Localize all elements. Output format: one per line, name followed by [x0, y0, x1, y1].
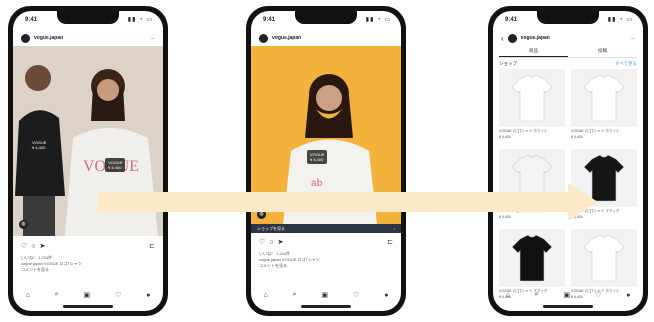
flow-arrow	[98, 183, 598, 221]
search-icon[interactable]: ⌕	[535, 291, 539, 299]
product-card[interactable]: VOGUE ロゴTシャツ ホワイト ¥ 4,400	[499, 69, 565, 145]
product-image[interactable]	[571, 229, 637, 287]
account-name[interactable]: vogue.japan	[34, 35, 150, 41]
caption: いいね！ 1,234件 vogue.japan VOGUE ロゴTシャツ コメン…	[21, 255, 155, 273]
profile-icon[interactable]: ●	[146, 292, 150, 299]
profile-icon[interactable]: ●	[384, 292, 388, 299]
chevron-right-icon: ›	[393, 226, 395, 231]
more-icon[interactable]: …	[630, 35, 635, 41]
status-icons: ▮▮ ◔ ▭	[607, 17, 633, 23]
search-icon[interactable]: ⌕	[55, 291, 59, 299]
tab-posts[interactable]: 投稿	[568, 48, 637, 57]
avatar[interactable]	[259, 33, 268, 43]
bottom-nav: ⌂ ⌕ ▣ ♡ ●	[251, 289, 401, 301]
tshirt-icon	[583, 74, 625, 122]
home-indicator	[543, 305, 593, 308]
status-time: 9:41	[263, 17, 276, 23]
status-time: 9:41	[505, 17, 518, 23]
view-shop-bar[interactable]: ショップを見る ›	[251, 224, 401, 233]
heart-icon[interactable]: ♡	[21, 242, 27, 250]
comments-link[interactable]: コメントを見る	[21, 267, 155, 273]
back-icon[interactable]: ‹	[501, 34, 504, 43]
bookmark-icon[interactable]: ⊏	[387, 238, 393, 246]
product-image[interactable]	[499, 69, 565, 127]
tab-products[interactable]: 商品	[499, 48, 568, 57]
home-indicator	[63, 305, 113, 308]
notch	[537, 11, 599, 24]
more-icon[interactable]: …	[150, 35, 155, 41]
status-time: 9:41	[25, 17, 38, 23]
status-icons: ▮▮ ◔ ▭	[365, 17, 391, 23]
section-header: ショップ すべて見る	[499, 61, 637, 67]
product-title: VOGUE ロゴTシャツ ホワイト	[499, 129, 548, 133]
bookmark-icon[interactable]: ⊏	[149, 242, 155, 250]
product-image[interactable]	[499, 229, 565, 287]
share-icon[interactable]: ➤	[40, 242, 46, 250]
profile-icon[interactable]: ●	[626, 292, 630, 299]
product-price: ¥ 4,400	[499, 135, 511, 139]
product-tag[interactable]: VOGUE ¥ 4,400	[29, 138, 50, 152]
notch	[57, 11, 119, 24]
section-title: ショップ	[499, 61, 517, 66]
comment-icon[interactable]: ○	[31, 243, 35, 250]
reels-icon[interactable]: ▣	[84, 291, 91, 299]
comment-icon[interactable]: ○	[269, 239, 273, 246]
reels-icon[interactable]: ▣	[564, 291, 571, 299]
post-header: vogue.japan	[251, 30, 401, 46]
screen: 9:41 ▮▮ ◔ ▭ vogue.japan ab VOGUE ¥ 4,400…	[251, 11, 401, 311]
home-icon[interactable]: ⌂	[25, 292, 29, 299]
product-card[interactable]: VOGUE ロゴTシャツ ホワイト ¥ 4,400	[571, 69, 637, 145]
shop-header: ‹ vogue.japan …	[493, 30, 643, 46]
product-image[interactable]	[571, 69, 637, 127]
avatar[interactable]	[21, 33, 30, 43]
comments-link[interactable]: コメントを見る	[259, 263, 393, 269]
caption: いいね！ 1,234件 vogue.japan VOGUE ロゴTシャツ コメン…	[259, 251, 393, 269]
bottom-nav: ⌂ ⌕ ▣ ♡ ●	[493, 289, 643, 301]
home-icon[interactable]: ⌂	[263, 292, 267, 299]
notch	[295, 11, 357, 24]
tshirt-icon	[511, 234, 553, 282]
screen: 9:41 ▮▮ ◔ ▭ ‹ vogue.japan … 商品 投稿 ショップ す…	[493, 11, 643, 311]
product-title: VOGUE ロゴTシャツ ホワイト	[571, 129, 620, 133]
activity-icon[interactable]: ♡	[595, 291, 601, 299]
shopping-bag-icon[interactable]: ◍	[19, 220, 28, 229]
view-shop-label: ショップを見る	[257, 225, 285, 231]
phone-shop-page: 9:41 ▮▮ ◔ ▭ ‹ vogue.japan … 商品 投稿 ショップ す…	[488, 6, 648, 316]
account-name[interactable]: vogue.japan	[272, 35, 393, 41]
reels-icon[interactable]: ▣	[322, 291, 329, 299]
home-icon[interactable]: ⌂	[505, 292, 509, 299]
tshirt-icon	[511, 74, 553, 122]
status-icons: ▮▮ ◔ ▭	[127, 17, 153, 23]
search-icon[interactable]: ⌕	[293, 291, 297, 299]
product-tag[interactable]: VOGUE ¥ 4,400	[307, 150, 328, 164]
product-price: ¥ 4,400	[571, 135, 583, 139]
activity-icon[interactable]: ♡	[115, 291, 121, 299]
activity-icon[interactable]: ♡	[353, 291, 359, 299]
post-actions: ♡ ○ ➤ ⊏	[13, 240, 163, 252]
home-indicator	[301, 305, 351, 308]
phone-feed-post: 9:41 ▮▮ ◔ ▭ vogue.japan … VOGUE VOGUE ¥ …	[8, 6, 168, 316]
share-icon[interactable]: ➤	[278, 238, 284, 246]
see-all-link[interactable]: すべて見る	[615, 61, 637, 67]
avatar[interactable]	[507, 33, 517, 43]
post-header: vogue.japan …	[13, 30, 163, 46]
phone-product-tag: 9:41 ▮▮ ◔ ▭ vogue.japan ab VOGUE ¥ 4,400…	[246, 6, 406, 316]
post-actions: ♡ ○ ➤ ⊏	[251, 236, 401, 248]
bottom-nav: ⌂ ⌕ ▣ ♡ ●	[13, 289, 163, 301]
product-tag[interactable]: VOGUE ¥ 4,400	[105, 158, 126, 172]
shop-tabs: 商品 投稿	[499, 48, 637, 58]
tshirt-icon	[583, 234, 625, 282]
account-name[interactable]: vogue.japan	[521, 35, 630, 41]
heart-icon[interactable]: ♡	[259, 238, 265, 246]
screen: 9:41 ▮▮ ◔ ▭ vogue.japan … VOGUE VOGUE ¥ …	[13, 11, 163, 311]
